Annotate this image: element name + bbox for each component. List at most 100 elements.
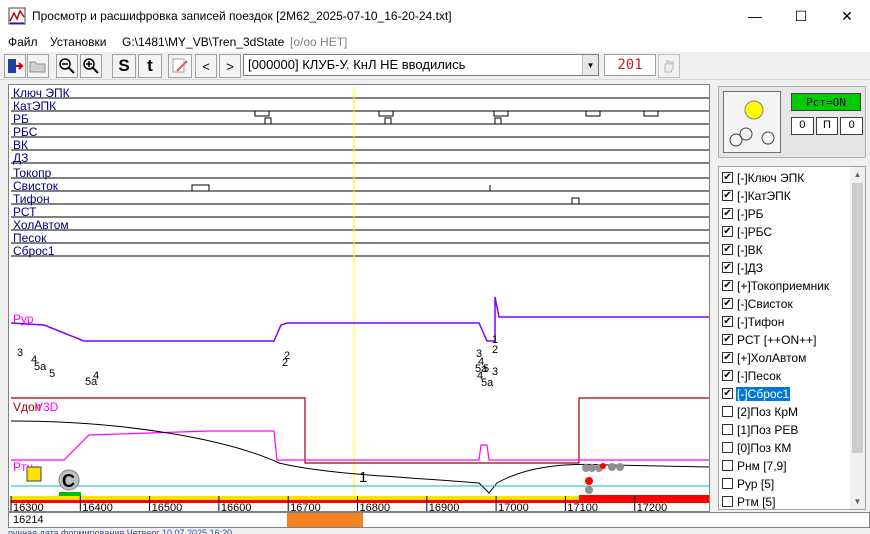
channel-item[interactable]: ✔ [-]Сброс1 <box>719 385 851 403</box>
graph-canvas: Ключ ЭПККатЭПКРБРБСВКДЗТокопрСвистокТифо… <box>10 86 709 511</box>
channel-label: [-]РБС <box>737 225 773 239</box>
title-bar: Просмотр и расшифровка записей поездок [… <box>0 0 870 32</box>
scroll-down-icon[interactable]: ▼ <box>850 494 865 509</box>
app-window: Просмотр и расшифровка записей поездок [… <box>0 0 870 534</box>
signal-pulse <box>378 111 394 117</box>
edit-button[interactable] <box>168 54 192 78</box>
signal-pulse <box>191 184 210 191</box>
channel-scrollbar[interactable]: ▲ ▼ <box>850 167 865 509</box>
channel-item[interactable]: ✔ РСТ [++ON++] <box>719 331 851 349</box>
signal-pulse <box>643 111 659 117</box>
event-dot <box>616 463 624 471</box>
t-button[interactable]: t <box>138 54 162 78</box>
position-box: П <box>815 117 839 135</box>
channel-item[interactable]: ✔ [-]КатЭПК <box>719 187 851 205</box>
channel-label: [-]КатЭПК <box>737 189 791 203</box>
close-button[interactable]: ✕ <box>824 0 870 32</box>
channel-checkbox[interactable] <box>722 406 733 417</box>
channel-item[interactable]: ✔ [-]РБ <box>719 205 851 223</box>
channel-item[interactable]: Ртм [5] <box>719 493 851 509</box>
event-dot <box>600 463 606 469</box>
position-boxes: 0 П 0 <box>791 117 864 135</box>
channel-checkbox[interactable]: ✔ <box>722 316 733 327</box>
channel-list[interactable]: ✔ [-]Ключ ЭПК ✔ [-]КатЭПК ✔ [-]РБ ✔ [-]РБС ✔ [-]В… <box>718 166 866 510</box>
menu-file[interactable]: Файл <box>8 35 38 49</box>
event-mark: 5a <box>85 376 98 388</box>
channel-item[interactable]: [0]Поз КМ <box>719 439 851 457</box>
zoom-out-icon <box>59 58 75 74</box>
channel-checkbox[interactable] <box>722 424 733 435</box>
pur-curve <box>10 296 709 342</box>
trip-graph[interactable]: Ключ ЭПК КатЭПК РБ РБС ВК ДЗ Токопр Свисток Тифо… <box>8 84 710 512</box>
channel-checkbox[interactable]: ✔ <box>722 280 733 291</box>
channel-checkbox[interactable]: ✔ <box>722 370 733 381</box>
channel-checkbox[interactable]: ✔ <box>722 190 733 201</box>
channel-item[interactable]: ✔ [+]ХолАвтом <box>719 349 851 367</box>
mode-label: [o/oo HET] <box>290 35 348 49</box>
menu-settings[interactable]: Установки <box>50 35 106 49</box>
signal-pulse <box>493 111 509 117</box>
channel-item[interactable]: ✔ [-]РБС <box>719 223 851 241</box>
s-button[interactable]: S <box>112 54 136 78</box>
channel-checkbox[interactable]: ✔ <box>722 388 733 399</box>
channel-item[interactable]: Рнм [7,9] <box>719 457 851 475</box>
channel-label: [+]ХолАвтом <box>737 351 807 365</box>
lamp-icon <box>729 100 775 147</box>
channel-checkbox[interactable]: ✔ <box>722 352 733 363</box>
channel-checkbox[interactable]: ✔ <box>722 262 733 273</box>
channel-checkbox[interactable] <box>722 478 733 489</box>
channel-label: [+]Токоприемник <box>737 279 830 293</box>
event-dot <box>585 486 593 494</box>
channel-item[interactable]: ✔ [-]ВК <box>719 241 851 259</box>
hand-button[interactable] <box>658 54 680 78</box>
zoom-out-button[interactable] <box>56 54 78 78</box>
zoom-in-button[interactable] <box>80 54 102 78</box>
channel-label: Рнм [7,9] <box>737 459 787 473</box>
signal-pulse <box>384 117 392 124</box>
channel-checkbox[interactable] <box>722 496 733 507</box>
exit-button[interactable] <box>4 54 26 78</box>
channel-checkbox[interactable]: ✔ <box>722 334 733 345</box>
channel-item[interactable]: ✔ [-]Песок <box>719 367 851 385</box>
maximize-button[interactable]: ☐ <box>778 0 824 32</box>
channel-checkbox[interactable]: ✔ <box>722 244 733 255</box>
zoom-in-icon <box>83 58 99 74</box>
event-mark: 2 <box>492 344 498 356</box>
channel-label: [0]Поз КМ <box>737 441 792 455</box>
channel-checkbox[interactable]: ✔ <box>722 172 733 183</box>
signal-pulse <box>494 117 502 124</box>
minimize-button[interactable]: — <box>732 0 778 32</box>
scroll-up-icon[interactable]: ▲ <box>850 167 865 182</box>
channel-item[interactable]: [1]Поз РЕВ <box>719 421 851 439</box>
event-mark: 5 <box>49 368 55 380</box>
hand-icon <box>664 60 674 73</box>
event-select-value: [000000] КЛУБ-У. КнЛ НЕ вводились <box>248 57 466 72</box>
signal-pulse <box>585 111 601 117</box>
channel-checkbox[interactable] <box>722 460 733 471</box>
channel-item[interactable]: ✔ [-]Ключ ЭПК <box>719 169 851 187</box>
event-select[interactable]: [000000] КЛУБ-У. КнЛ НЕ вводились ▼ <box>243 54 599 76</box>
time-slider[interactable] <box>287 513 363 527</box>
scroll-thumb[interactable] <box>852 183 863 453</box>
event-dot <box>588 464 596 472</box>
open-button[interactable] <box>27 54 49 78</box>
chevron-down-icon[interactable]: ▼ <box>582 55 598 75</box>
channel-item[interactable]: ✔ [-]Свисток <box>719 295 851 313</box>
channel-checkbox[interactable] <box>722 442 733 453</box>
channel-checkbox[interactable]: ✔ <box>722 298 733 309</box>
channel-label: [-]Песок <box>737 369 782 383</box>
channel-item[interactable]: ✔ [+]Токоприемник <box>719 277 851 295</box>
channel-item[interactable]: ✔ [-]ДЗ <box>719 259 851 277</box>
channel-item[interactable]: [2]Поз КрМ <box>719 403 851 421</box>
signal-label: ВК <box>13 138 28 152</box>
event-mark: 5 <box>483 363 489 375</box>
event-mark: 3 <box>492 366 498 378</box>
channel-checkbox[interactable]: ✔ <box>722 208 733 219</box>
next-button[interactable]: > <box>219 54 241 78</box>
prev-button[interactable]: < <box>195 54 217 78</box>
channel-label: Ртм [5] <box>737 495 776 509</box>
signal-label: Песок <box>13 231 47 245</box>
channel-item[interactable]: ✔ [-]Тифон <box>719 313 851 331</box>
channel-item[interactable]: Рур [5] <box>719 475 851 493</box>
channel-checkbox[interactable]: ✔ <box>722 226 733 237</box>
